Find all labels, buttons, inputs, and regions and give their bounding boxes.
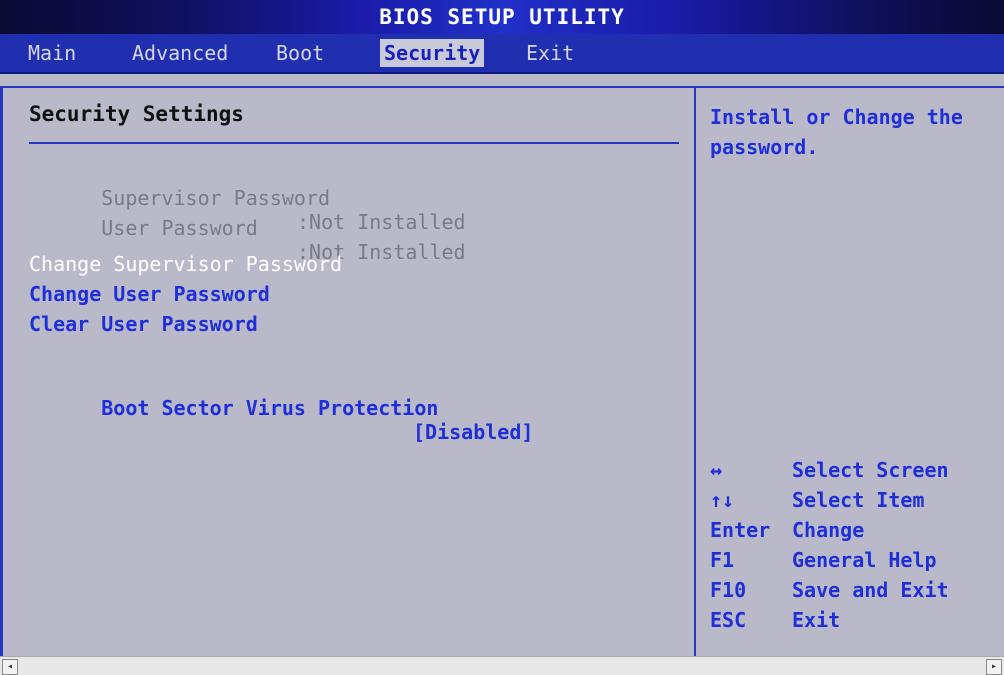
user-password-label: User Password — [101, 216, 258, 240]
tab-advanced[interactable]: Advanced — [128, 39, 232, 67]
change-user-password-item[interactable]: Change User Password — [29, 282, 270, 306]
tab-security[interactable]: Security — [380, 39, 485, 67]
scroll-left-icon[interactable]: ◂ — [2, 659, 18, 675]
change-supervisor-password-item[interactable]: Change Supervisor Password — [29, 252, 342, 276]
key-desc: Select Item — [792, 488, 925, 512]
scroll-right-icon[interactable]: ▸ — [986, 659, 1002, 675]
key-name: Enter — [710, 518, 771, 542]
tab-boot[interactable]: Boot — [272, 39, 328, 67]
bios-window: BIOS SETUP UTILITY Main Advanced Boot Se… — [0, 0, 1004, 675]
clear-user-password-item[interactable]: Clear User Password — [29, 312, 258, 336]
key-row: ↑↓ Select Item — [710, 488, 1000, 518]
tab-main[interactable]: Main — [24, 39, 80, 67]
divider — [29, 142, 679, 144]
supervisor-password-value: :Not Installed — [297, 210, 466, 234]
title-bar: BIOS SETUP UTILITY — [0, 0, 1004, 34]
boot-sector-virus-protection-item[interactable]: Boot Sector Virus Protection [Disabled] — [29, 372, 533, 468]
left-right-arrow-icon: ↔ — [710, 458, 723, 482]
key-row: ESC Exit — [710, 608, 1000, 638]
key-row: F10 Save and Exit — [710, 578, 1000, 608]
key-row: ↔ Select Screen — [710, 458, 1000, 488]
horizontal-scrollbar[interactable]: ◂ ▸ — [0, 656, 1004, 675]
key-desc: Change — [792, 518, 865, 542]
section-title: Security Settings — [29, 102, 244, 126]
menu-bar: Main Advanced Boot Security Exit — [0, 34, 1004, 74]
help-text: Install or Change the password. — [710, 105, 963, 159]
help-panel: Install or Change the password. ↔ Select… — [694, 86, 1004, 658]
tab-exit[interactable]: Exit — [522, 39, 578, 67]
key-row: Enter Change — [710, 518, 1000, 548]
key-name: F1 — [710, 548, 735, 572]
boot-sector-virus-protection-label: Boot Sector Virus Protection — [101, 396, 439, 420]
key-desc: Select Screen — [792, 458, 949, 482]
key-name: F10 — [710, 578, 747, 602]
key-desc: Exit — [792, 608, 841, 632]
settings-panel: Security Settings Supervisor Password :N… — [0, 86, 695, 658]
key-desc: Save and Exit — [792, 578, 949, 602]
key-legend: ↔ Select Screen ↑↓ Select Item Enter Cha… — [710, 458, 1000, 638]
key-desc: General Help — [792, 548, 937, 572]
up-down-arrow-icon: ↑↓ — [710, 488, 735, 512]
boot-sector-virus-protection-value[interactable]: [Disabled] — [413, 420, 533, 444]
key-row: F1 General Help — [710, 548, 1000, 578]
key-name: ESC — [710, 608, 747, 632]
